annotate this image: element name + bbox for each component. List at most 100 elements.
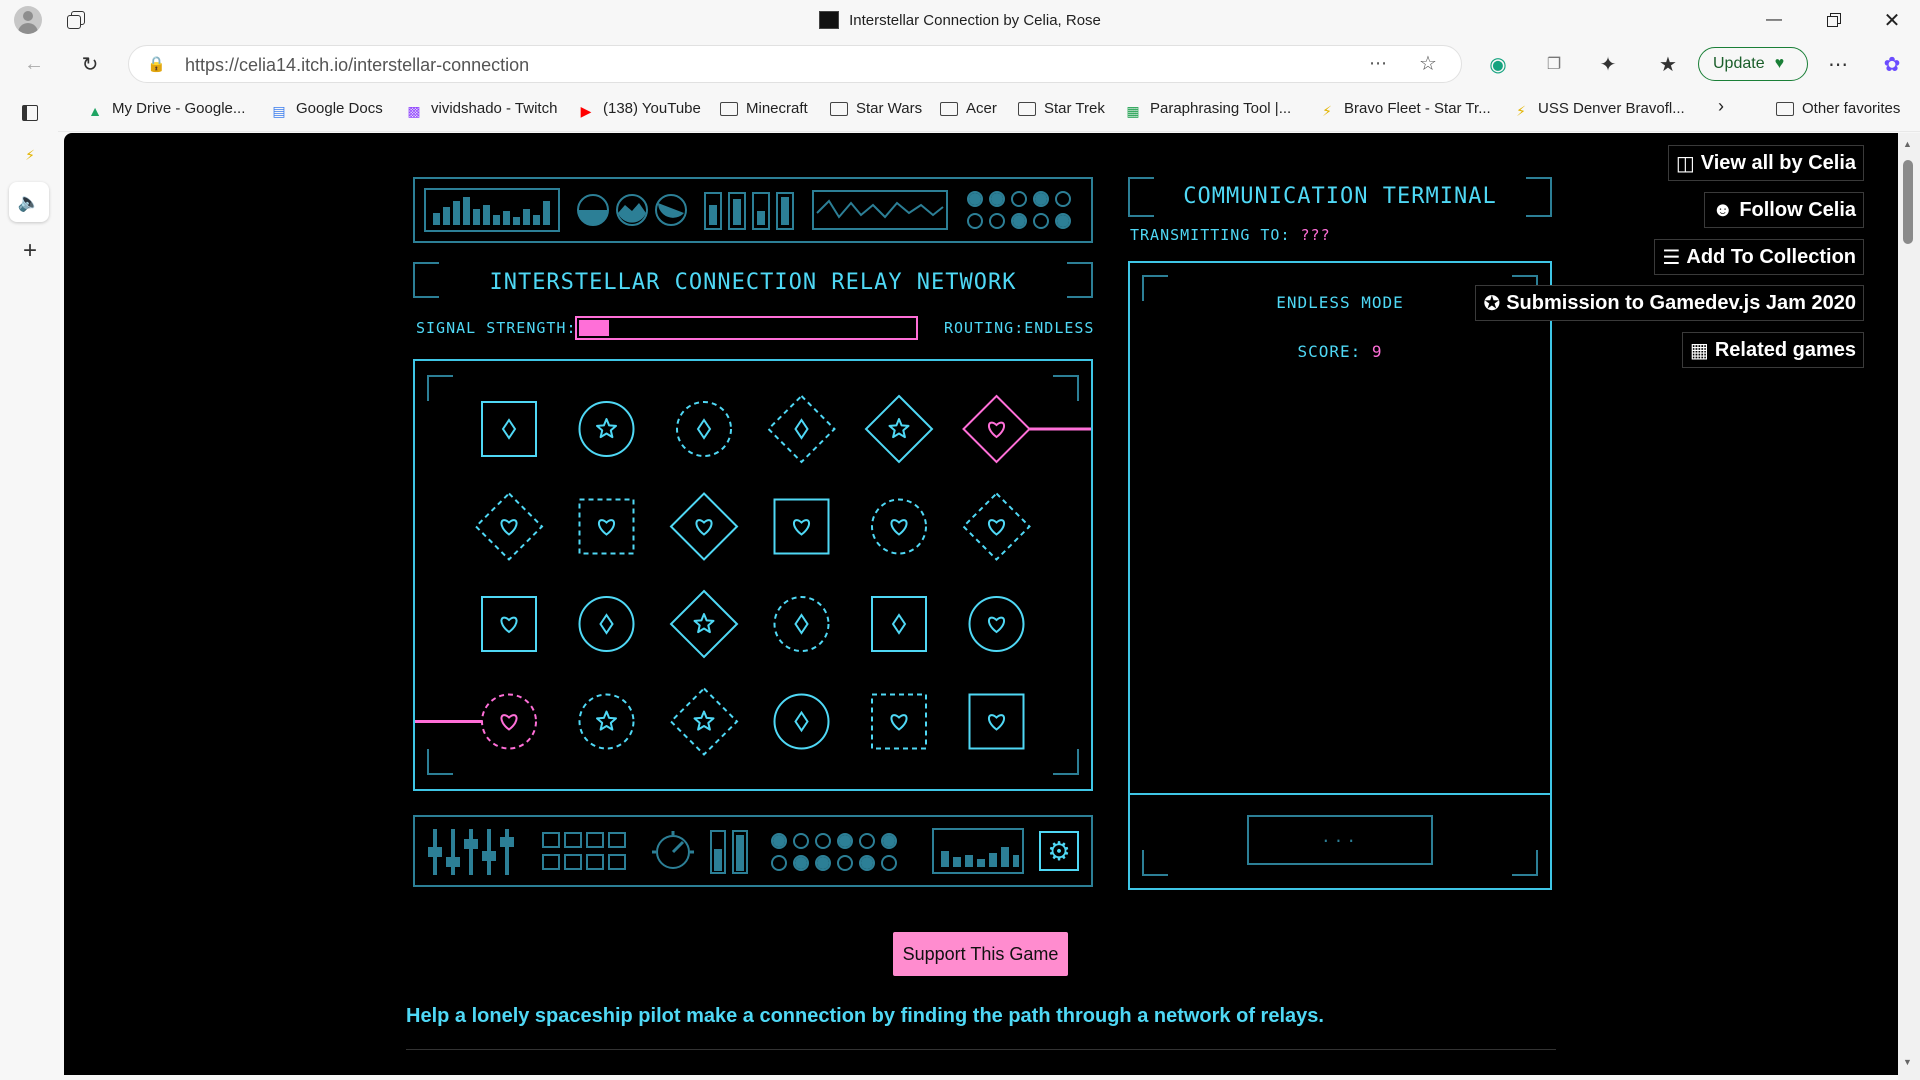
bookmark-item[interactable]: ▶ (138) YouTube [577, 100, 701, 119]
update-label: Update [1713, 55, 1765, 72]
relay-node[interactable] [669, 589, 739, 659]
side-action-button[interactable]: ☰ Add To Collection [1654, 239, 1864, 275]
copilot-icon[interactable]: ✿ [1876, 50, 1908, 78]
side-action-button[interactable]: ◫ View all by Celia [1667, 145, 1864, 181]
relay-node[interactable] [474, 492, 544, 561]
bolt-tab-icon[interactable]: ⚡ [13, 138, 47, 172]
side-action-label: View all by Celia [1700, 151, 1856, 174]
relay-node[interactable] [481, 401, 537, 457]
side-action-label: Add To Collection [1686, 245, 1856, 268]
bookmarks-overflow-chevron-icon[interactable]: › [1718, 96, 1724, 117]
relay-node[interactable] [968, 596, 1025, 652]
relay-node[interactable] [871, 596, 927, 652]
bookmark-item[interactable]: ▲ My Drive - Google... [86, 100, 245, 119]
transmitting-label: TRANSMITTING TO: [1130, 226, 1291, 244]
refresh-icon[interactable]: ↻ [74, 50, 106, 78]
transmit-input[interactable]: ... [1247, 815, 1433, 865]
relay-node[interactable] [962, 492, 1031, 561]
bookmark-label: USS Denver Bravofl... [1538, 100, 1685, 117]
relay-node[interactable] [578, 596, 635, 652]
terminal-title: COMMUNICATION TERMINAL [1183, 184, 1497, 209]
bookmark-item[interactable]: Star Wars [830, 100, 922, 117]
lock-icon[interactable]: 🔒 [147, 55, 166, 73]
relay-node[interactable] [669, 687, 739, 756]
side-action-button[interactable]: ✪ Submission to Gamedev.js Jam 2020 [1475, 285, 1864, 321]
relay-node[interactable] [962, 394, 1031, 464]
scroll-up-icon[interactable]: ▲ [1903, 139, 1913, 149]
relay-node[interactable] [773, 498, 830, 555]
relay-node-frame [481, 693, 537, 750]
speaker-icon[interactable]: 🔈 [9, 182, 49, 222]
grammarly-icon[interactable]: ◉ [1482, 50, 1514, 78]
scroll-down-icon[interactable]: ▼ [1903, 1057, 1913, 1067]
corner-bracket [1142, 850, 1168, 876]
new-tab-plus-icon[interactable]: + [13, 234, 47, 268]
game-settings-button[interactable]: ⚙ [1039, 831, 1079, 871]
bookmark-item[interactable]: ⚡ USS Denver Bravofl... [1512, 100, 1685, 119]
bookmark-item[interactable]: Star Trek [1018, 100, 1105, 117]
extensions-icon[interactable]: ✦ [1592, 50, 1624, 78]
relay-grid[interactable] [415, 361, 1091, 789]
side-action-button[interactable]: ☻ Follow Celia [1704, 192, 1864, 228]
paraphrase-icon: ▦ [1126, 103, 1140, 119]
relay-node[interactable] [578, 498, 635, 555]
close-button[interactable]: ✕ [1872, 6, 1912, 34]
side-action-label: Related games [1714, 338, 1856, 361]
favorite-star-icon[interactable]: ☆ [1419, 51, 1437, 76]
relay-node-frame [962, 394, 1031, 464]
relay-node[interactable] [773, 596, 830, 652]
favorites-icon[interactable]: ★ [1652, 50, 1684, 78]
relay-node-frame [669, 492, 739, 561]
bookmark-item[interactable]: ⚡ Bravo Fleet - Star Tr... [1318, 100, 1491, 119]
bookmark-item[interactable]: ▤ Google Docs [270, 100, 382, 119]
bookmark-label: Bravo Fleet - Star Tr... [1344, 100, 1491, 117]
relay-node[interactable] [669, 492, 739, 561]
url-text[interactable]: https://celia14.itch.io/interstellar-con… [185, 55, 529, 76]
scrollbar-thumb[interactable] [1903, 160, 1913, 244]
page-scrollbar[interactable] [1898, 133, 1920, 1080]
gear-icon: ⚙ [1047, 835, 1071, 866]
relay-node[interactable] [871, 693, 927, 750]
settings-more-icon[interactable]: ⋯ [1822, 50, 1854, 78]
site-favicon-icon [819, 11, 840, 29]
relay-node-frame [773, 596, 830, 652]
bookmark-item[interactable]: ▦ Paraphrasing Tool |... [1124, 100, 1291, 119]
relay-node[interactable] [578, 693, 635, 750]
relay-node[interactable] [481, 596, 537, 652]
back-arrow-icon[interactable]: ← [18, 50, 50, 78]
restore-button[interactable] [1814, 6, 1854, 34]
relay-node[interactable] [767, 394, 836, 464]
update-button[interactable]: Update ♥ [1698, 47, 1808, 81]
relay-node[interactable] [773, 693, 830, 750]
collections-extension-icon[interactable]: ❐ [1538, 50, 1570, 78]
relay-node-frame [773, 498, 830, 555]
top-decoration-panel [413, 177, 1093, 243]
tab-actions-icon[interactable] [13, 96, 47, 130]
routing-label: ROUTING:ENDLESS [944, 319, 1095, 337]
bookmark-item[interactable]: ▩ vividshado - Twitch [405, 100, 557, 119]
side-action-button[interactable]: ▦ Related games [1681, 332, 1864, 368]
relay-node-frame [669, 589, 739, 659]
score-label: SCORE: [1297, 342, 1362, 361]
relay-node[interactable] [871, 498, 927, 555]
relay-node[interactable] [578, 401, 635, 457]
signal-strength-bar [575, 316, 918, 340]
more-site-options-icon[interactable]: ⋯ [1369, 53, 1387, 74]
terminal-divider [1130, 793, 1550, 795]
description-divider [406, 1049, 1556, 1050]
top-decoration-graphics [424, 188, 1071, 232]
browser-sidebar: ⚡ 🔈 + [0, 88, 58, 1080]
bookmark-item[interactable]: Minecraft [720, 100, 808, 117]
relay-node[interactable] [864, 394, 934, 464]
address-bar[interactable]: 🔒 https://celia14.itch.io/interstellar-c… [128, 45, 1462, 83]
other-favorites[interactable]: Other favorites [1776, 100, 1900, 117]
folder-icon [830, 102, 848, 116]
relay-node-frame [481, 596, 537, 652]
minimize-button[interactable]: — [1754, 6, 1794, 34]
support-game-button[interactable]: Support This Game [893, 932, 1068, 976]
bookmark-item[interactable]: Acer [940, 100, 997, 117]
relay-node[interactable] [481, 693, 537, 750]
relay-node-frame [578, 596, 635, 652]
relay-node[interactable] [676, 401, 732, 457]
relay-node[interactable] [968, 693, 1025, 750]
